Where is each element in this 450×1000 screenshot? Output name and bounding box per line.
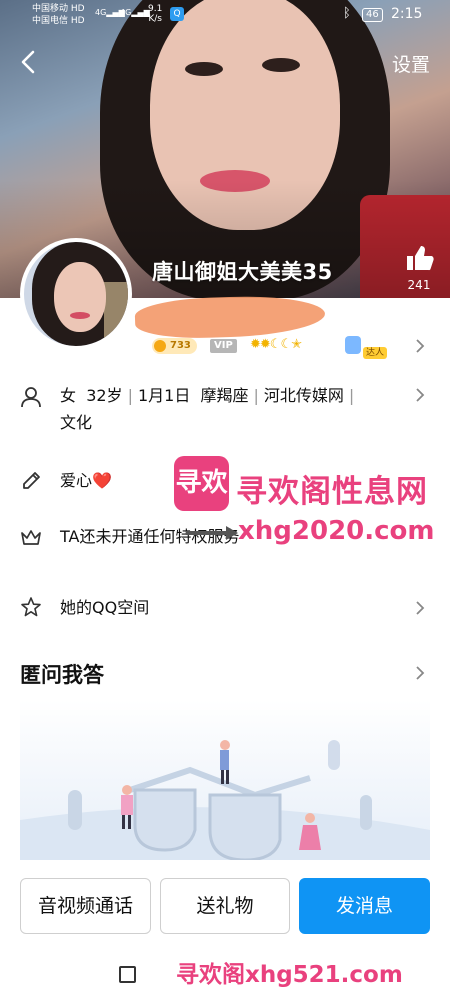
status-bar: 中国移动 HD 中国电信 HD 4G▂▄▆ 4G▂▄▆ 9.1 K/s Q ᛒ 4… [0,0,450,32]
video-call-button[interactable]: 音视频通话 [20,878,151,934]
hobby-text: 爱心 [60,471,93,490]
age: 32岁 [86,386,123,405]
zodiac: 摩羯座 [200,386,249,405]
thumbs-up-icon [407,246,434,271]
profile-nickname: 唐山御姐大美美35 [152,260,333,284]
recent-apps-icon[interactable] [119,966,136,983]
arrow-right-icon [186,526,238,540]
send-gift-button[interactable]: 送礼物 [160,878,290,934]
talent-badge: 达人 [345,336,390,359]
qa-section-title: 匿问我答 [20,663,104,687]
badge-row[interactable]: 733 VIP ✹✹☾☾✭ 达人 [152,336,432,359]
basic-info-text: 女 32岁 | 1月1日 摩羯座 | 河北传媒网 | 文化 [60,386,355,432]
like-count: 241 [407,278,431,292]
empty-state-illustration [20,700,430,860]
pencil-icon [20,470,42,492]
company: 河北传媒网 [263,386,344,405]
action-bar: 音视频通话 送礼物 发消息 [0,868,450,948]
crown-icon [20,526,42,548]
like-button[interactable]: 241 [402,244,436,292]
qzone-text: 她的QQ空间 [60,598,150,617]
send-message-button[interactable]: 发消息 [299,878,430,934]
chevron-right-icon[interactable] [415,600,425,616]
gender: 女 [60,386,77,405]
coin-badge: 733 [152,338,197,354]
chevron-right-icon[interactable] [415,665,425,681]
back-button[interactable] [16,48,42,76]
battery-icon: 46 [362,8,383,22]
status-clock: 2:15 [391,6,423,22]
notification-app-icon: Q [170,7,184,21]
settings-button[interactable]: 设置 [392,50,430,77]
watermark-title: 寻欢阁性息网 [236,474,428,510]
chevron-right-icon[interactable] [415,387,425,403]
signal-icon-2: 4G▂▄▆ [120,8,150,17]
basic-info-row[interactable]: 女 32岁 | 1月1日 摩羯座 | 河北传媒网 | 文化 [0,382,450,442]
person-icon [20,386,42,408]
level-icons: ✹✹☾☾✭ [250,337,302,352]
network-speed: 9.1 K/s [148,4,163,24]
vip-badge: VIP [210,339,237,353]
star-icon [20,596,42,618]
heart-icon: ❤️ [92,471,112,490]
bluetooth-icon: ᛒ [343,6,351,21]
redaction-mark [134,293,326,341]
watermark-bottom-url: 寻欢阁xhg521.com [176,962,403,988]
watermark-logo: 寻欢 [174,456,229,511]
watermark-url: xhg2020.com [238,516,435,546]
occupation: 文化 [60,413,93,432]
chevron-right-icon[interactable] [415,338,425,354]
birthday: 1月1日 [137,386,191,405]
chevron-left-icon [21,50,35,74]
avatar[interactable] [20,238,132,350]
carrier-labels: 中国移动 HD 中国电信 HD [32,4,85,26]
